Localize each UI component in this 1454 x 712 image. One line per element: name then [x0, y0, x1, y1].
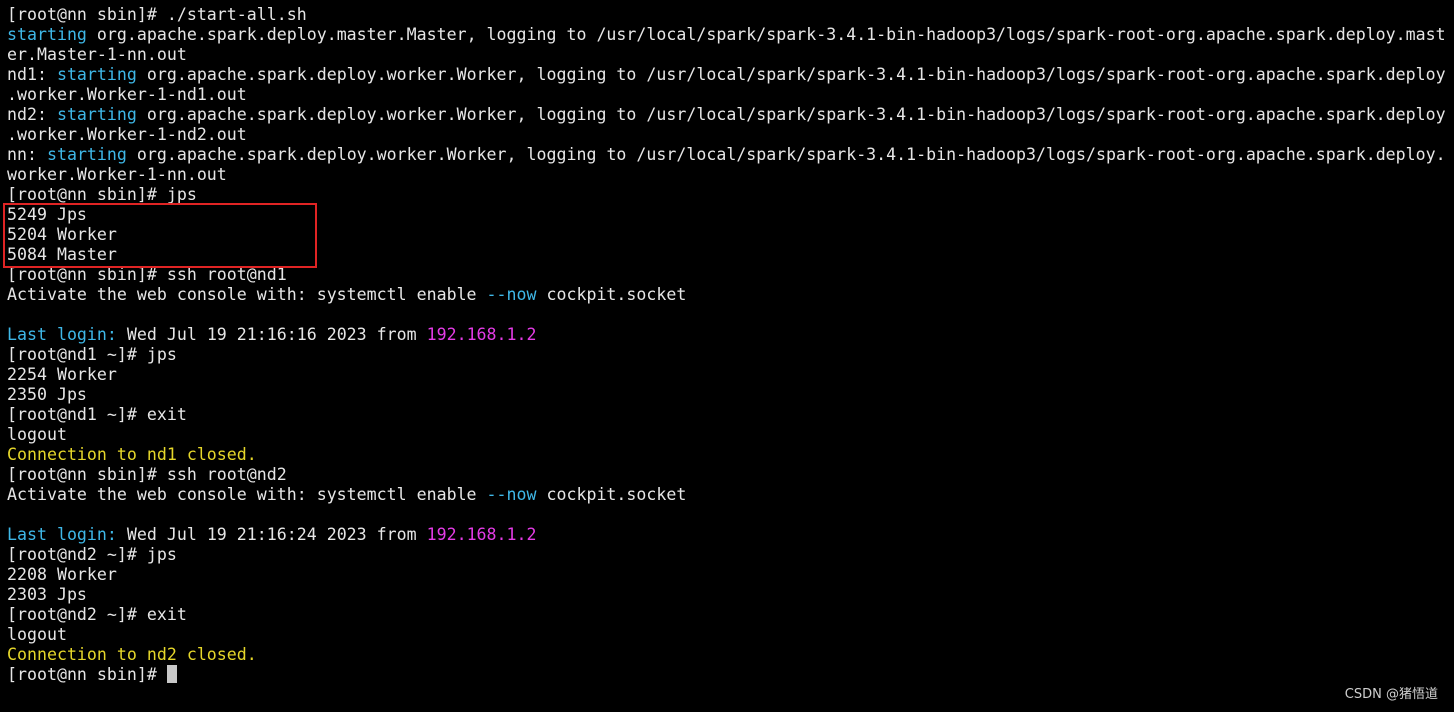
terminal-line: nn: starting org.apache.spark.deploy.wor… [7, 145, 1451, 165]
terminal-text-segment: .worker.Worker-1-nd2.out [7, 125, 247, 144]
terminal-text-segment: 2350 Jps [7, 385, 87, 404]
terminal-text-segment: Wed Jul 19 21:16:24 2023 from [116, 525, 427, 544]
terminal-text-segment: logout [7, 425, 67, 444]
terminal-text-segment: [root@nn sbin]# [7, 665, 167, 684]
terminal-line: 2208 Worker [7, 565, 1451, 585]
terminal-text-segment: starting [46, 145, 127, 164]
terminal-text-segment: Connection to nd1 closed. [7, 445, 257, 464]
terminal-text-segment: starting [7, 25, 87, 44]
terminal-text-segment: 5084 Master [7, 245, 117, 264]
terminal-text-segment: cockpit.socket [536, 485, 687, 504]
terminal-text-segment: nd2: [7, 105, 57, 124]
watermark: CSDN @猪悟道 [1344, 687, 1438, 702]
terminal-line: er.Master-1-nn.out [7, 45, 1451, 65]
terminal-text-segment: starting [56, 105, 137, 124]
terminal-text-segment: worker.Worker-1-nn.out [7, 165, 227, 184]
terminal-text-segment: starting [56, 65, 137, 84]
terminal-text-segment: 2254 Worker [7, 365, 117, 384]
terminal-text-segment: --now [486, 285, 537, 304]
terminal-text-segment: .worker.Worker-1-nd1.out [7, 85, 247, 104]
terminal-line: Connection to nd2 closed. [7, 645, 1451, 665]
terminal-line: 2303 Jps [7, 585, 1451, 605]
terminal-text-segment: Last login: [7, 525, 117, 544]
terminal-line: .worker.Worker-1-nd1.out [7, 85, 1451, 105]
terminal-text-segment: logout [7, 625, 67, 644]
terminal-text-segment: er.Master-1-nn.out [7, 45, 187, 64]
terminal-text-segment: Last login: [7, 325, 117, 344]
terminal-line: Last login: Wed Jul 19 21:16:16 2023 fro… [7, 325, 1451, 345]
terminal-text-segment: 5204 Worker [7, 225, 117, 244]
terminal-line: .worker.Worker-1-nd2.out [7, 125, 1451, 145]
terminal-line: 5084 Master [7, 245, 1451, 265]
terminal-text-segment: --now [486, 485, 537, 504]
terminal-text-segment: 5249 Jps [7, 205, 87, 224]
terminal-line: 5204 Worker [7, 225, 1451, 245]
terminal-line: 2254 Worker [7, 365, 1451, 385]
terminal-text-segment: nn: [7, 145, 47, 164]
terminal-line: 5249 Jps [7, 205, 1451, 225]
terminal-text-segment: org.apache.spark.deploy.worker.Worker, l… [136, 65, 1446, 84]
terminal-text-segment: [root@nd1 ~]# jps [7, 345, 177, 364]
terminal-text-segment: Activate the web console with: systemctl… [7, 285, 487, 304]
terminal-line: nd2: starting org.apache.spark.deploy.wo… [7, 105, 1451, 125]
terminal-line: logout [7, 425, 1451, 445]
terminal-text-segment: Wed Jul 19 21:16:16 2023 from [116, 325, 427, 344]
terminal-text-segment: 2208 Worker [7, 565, 117, 584]
terminal-text-segment: [root@nn sbin]# ssh root@nd1 [7, 265, 287, 284]
terminal-line: [root@nn sbin]# ssh root@nd2 [7, 465, 1451, 485]
terminal-text-segment: 192.168.1.2 [426, 325, 537, 344]
terminal-line: Connection to nd1 closed. [7, 445, 1451, 465]
terminal-text-segment: org.apache.spark.deploy.worker.Worker, l… [126, 145, 1446, 164]
terminal-cursor [166, 665, 177, 683]
terminal-output[interactable]: [root@nn sbin]# ./start-all.sh starting o… [7, 5, 1451, 685]
terminal-line: [root@nd1 ~]# exit [7, 405, 1451, 425]
terminal-text-segment: 192.168.1.2 [426, 525, 537, 544]
terminal-line: [root@nd2 ~]# jps [7, 545, 1451, 565]
terminal-line: [root@nn sbin]# ssh root@nd1 [7, 265, 1451, 285]
terminal-text-segment: Connection to nd2 closed. [7, 645, 257, 664]
terminal-text-segment: cockpit.socket [536, 285, 687, 304]
terminal-line: starting org.apache.spark.deploy.master.… [7, 25, 1451, 45]
terminal-line: nd1: starting org.apache.spark.deploy.wo… [7, 65, 1451, 85]
terminal-line: worker.Worker-1-nn.out [7, 165, 1451, 185]
terminal-text-segment: Activate the web console with: systemctl… [7, 485, 487, 504]
terminal-text-segment: [root@nd1 ~]# exit [7, 405, 187, 424]
terminal-text-segment: [root@nn sbin]# ssh root@nd2 [7, 465, 287, 484]
terminal-line: Activate the web console with: systemctl… [7, 485, 1451, 505]
terminal-line: 2350 Jps [7, 385, 1451, 405]
terminal-line: [root@nn sbin]# jps [7, 185, 1451, 205]
terminal-line: [root@nd1 ~]# jps [7, 345, 1451, 365]
terminal-text-segment: [root@nd2 ~]# jps [7, 545, 177, 564]
terminal-line: logout [7, 625, 1451, 645]
terminal-text-segment: nd1: [7, 65, 57, 84]
terminal-text-segment: org.apache.spark.deploy.worker.Worker, l… [136, 105, 1446, 124]
terminal-line: Activate the web console with: systemctl… [7, 285, 1451, 305]
terminal-line: [root@nn sbin]# ./start-all.sh [7, 5, 1451, 25]
terminal-text-segment: 2303 Jps [7, 585, 87, 604]
terminal-text-segment: org.apache.spark.deploy.master.Master, l… [86, 25, 1446, 44]
terminal-text-segment: [root@nn sbin]# ./start-all.sh [7, 5, 307, 24]
terminal-text-segment: [root@nd2 ~]# exit [7, 605, 187, 624]
terminal-text-segment: [root@nn sbin]# jps [7, 185, 197, 204]
terminal-line: Last login: Wed Jul 19 21:16:24 2023 fro… [7, 525, 1451, 545]
terminal-line: [root@nn sbin]# [7, 665, 1451, 685]
terminal-line: [root@nd2 ~]# exit [7, 605, 1451, 625]
